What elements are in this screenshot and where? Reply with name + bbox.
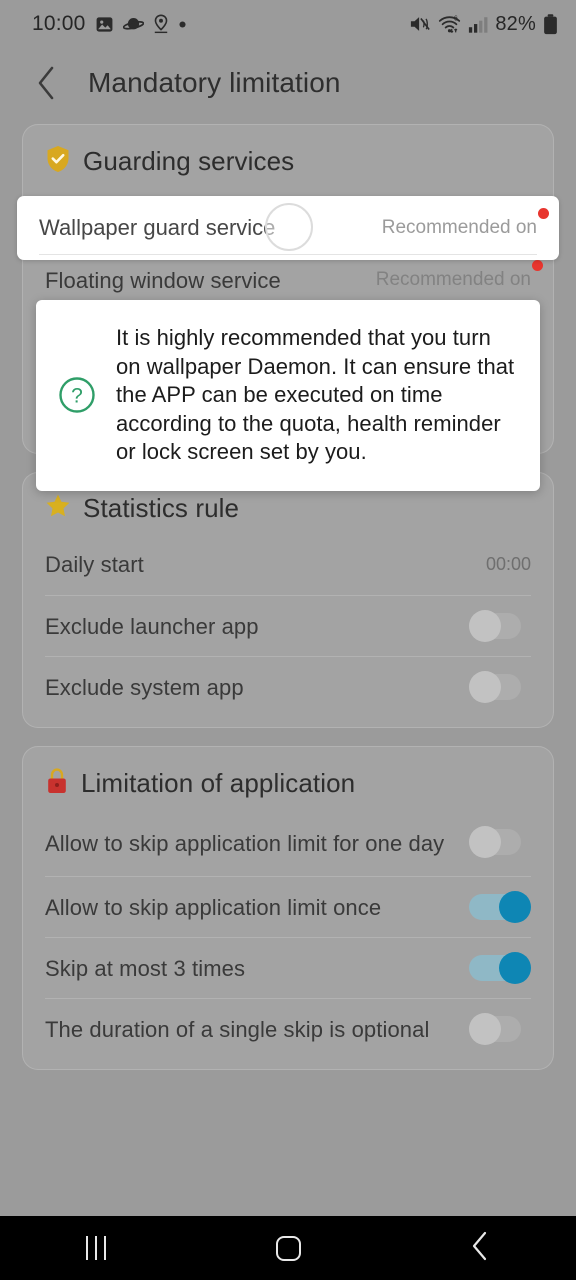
- signal-bars-icon: [468, 15, 488, 34]
- row-skip-limit-once[interactable]: Allow to skip application limit once: [45, 876, 531, 937]
- status-bar-left: 10:00: [32, 12, 187, 36]
- settings-list: Guarding services Wallpaper guard servic…: [0, 124, 576, 1088]
- star-icon: [45, 493, 71, 524]
- shield-check-icon: [45, 145, 71, 178]
- row-right: [469, 826, 531, 858]
- row-right: 00:00: [486, 554, 531, 575]
- question-mark-circle-icon: ?: [54, 375, 100, 415]
- row-right: Recommended on: [375, 260, 543, 291]
- row-right: [469, 671, 531, 703]
- section-limitation-of-application: Limitation of application Allow to skip …: [22, 746, 554, 1070]
- planet-icon: [122, 15, 144, 34]
- row-skip-at-most-3-times[interactable]: Skip at most 3 times: [45, 937, 531, 998]
- row-label: Allow to skip application limit for one …: [45, 830, 445, 856]
- row-right: [469, 952, 531, 984]
- highlighted-row-label: Wallpaper guard service: [39, 215, 276, 240]
- info-dialog: ? It is highly recommended that you turn…: [36, 300, 540, 491]
- touch-ring: [265, 203, 313, 251]
- row-exclude-launcher-app[interactable]: Exclude launcher app: [45, 595, 531, 656]
- section-title: Limitation of application: [81, 768, 356, 798]
- row-label: Allow to skip application limit once: [45, 894, 382, 920]
- highlighted-row-right: Recommended on: [381, 208, 549, 239]
- toggle-exclude-system-app[interactable]: [469, 671, 531, 703]
- page-title: Mandatory limitation: [88, 67, 341, 98]
- row-duration-single-skip-optional[interactable]: The duration of a single skip is optiona…: [45, 998, 531, 1059]
- recents-icon: [86, 1236, 106, 1260]
- wifi6-icon: 6: [438, 14, 461, 34]
- toggle-knob: [499, 891, 531, 923]
- svg-text:6: 6: [454, 15, 458, 22]
- row-label: Floating window service: [45, 267, 281, 293]
- row-right: [469, 1013, 531, 1045]
- toggle-duration-single-skip[interactable]: [469, 1013, 531, 1045]
- toggle-skip-limit-one-day[interactable]: [469, 826, 531, 858]
- home-icon: [275, 1235, 301, 1261]
- status-time: 10:00: [32, 12, 86, 35]
- mute-icon: [409, 14, 431, 34]
- row-right: [469, 610, 531, 642]
- toggle-knob: [469, 671, 501, 703]
- row-value: 00:00: [485, 554, 531, 574]
- row-divider: [39, 254, 537, 255]
- status-badge: Recommended on: [375, 269, 531, 290]
- app-header: Mandatory limitation: [0, 52, 576, 114]
- section-title: Statistics rule: [83, 493, 240, 523]
- home-button[interactable]: [240, 1216, 336, 1280]
- back-chevron-icon[interactable]: [16, 53, 76, 113]
- section-statistics-rule: Statistics rule Daily start 00:00 Exclud…: [22, 472, 554, 728]
- row-skip-limit-one-day[interactable]: Allow to skip application limit for one …: [45, 810, 531, 876]
- row-exclude-system-app[interactable]: Exclude system app: [45, 656, 531, 717]
- toggle-skip-at-most-3-times[interactable]: [469, 952, 531, 984]
- phone-screen: 10:00 6 82% Mandatory limitation Guardin…: [0, 0, 576, 1280]
- battery-icon: [543, 13, 558, 35]
- dot-icon: [178, 20, 187, 29]
- row-right: [469, 891, 531, 923]
- row-label: Skip at most 3 times: [45, 955, 246, 981]
- red-dot-indicator: [538, 208, 549, 219]
- row-daily-start[interactable]: Daily start 00:00: [45, 534, 531, 595]
- system-navigation-bar: [0, 1216, 576, 1280]
- dialog-message: It is highly recommended that you turn o…: [116, 325, 515, 464]
- toggle-exclude-launcher-app[interactable]: [469, 610, 531, 642]
- red-dot-indicator: [532, 260, 543, 271]
- back-button[interactable]: [432, 1216, 528, 1280]
- section-title: Guarding services: [83, 146, 295, 176]
- image-icon: [95, 15, 114, 34]
- recents-button[interactable]: [48, 1216, 144, 1280]
- status-bar-right: 6 82%: [409, 13, 558, 36]
- toggle-knob: [469, 826, 501, 858]
- section-header: Limitation of application: [23, 751, 553, 810]
- row-label: The duration of a single skip is optiona…: [45, 1016, 430, 1042]
- row-label: Exclude system app: [45, 674, 244, 700]
- back-icon: [470, 1231, 490, 1266]
- row-label: Daily start: [45, 552, 144, 577]
- toggle-knob: [499, 952, 531, 984]
- battery-percentage: 82%: [495, 12, 536, 35]
- toggle-knob: [469, 1013, 501, 1045]
- row-label: Exclude launcher app: [45, 613, 259, 639]
- location-pin-icon: [153, 14, 169, 34]
- status-bar: 10:00 6 82%: [0, 0, 576, 48]
- lock-icon: [45, 767, 69, 800]
- svg-text:?: ?: [71, 385, 83, 408]
- toggle-knob: [469, 610, 501, 642]
- toggle-skip-limit-once[interactable]: [469, 891, 531, 923]
- status-badge: Recommended on: [381, 217, 537, 238]
- section-header: Guarding services: [23, 129, 553, 188]
